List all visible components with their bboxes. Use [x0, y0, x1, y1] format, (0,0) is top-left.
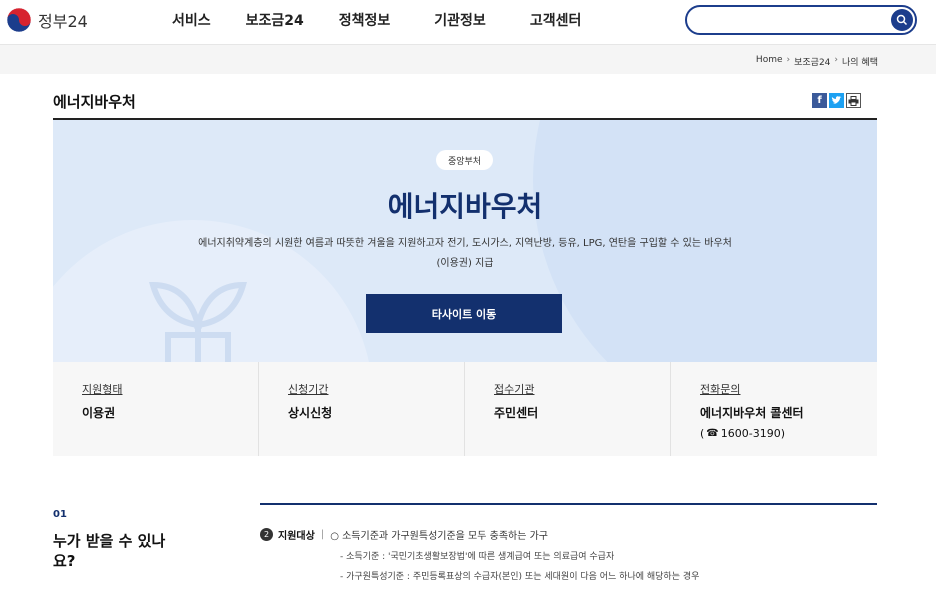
chevron-right-icon: › — [834, 55, 839, 65]
info-application-period: 신청기간 상시신청 — [259, 362, 465, 456]
hero-description-line: (이용권) 지급 — [436, 258, 494, 269]
phone-icon: ☎ — [706, 428, 719, 439]
facebook-share-icon[interactable]: f — [812, 93, 827, 108]
search-button[interactable] — [891, 9, 913, 31]
support-target-label: 지원대상 — [278, 531, 315, 542]
phone-number: (☎ 1600-3190) — [700, 427, 786, 440]
info-receiving-agency: 접수기관 주민센터 — [465, 362, 671, 456]
info-value: 주민센터 — [494, 406, 539, 420]
info-value: 이용권 — [82, 406, 116, 420]
chevron-right-icon: › — [786, 55, 791, 65]
leaf-decoration-icon — [149, 281, 247, 362]
hero-title: 에너지바우처 — [387, 190, 543, 223]
external-site-button[interactable]: 타사이트 이동 — [366, 294, 562, 333]
info-value: 상시신청 — [288, 406, 333, 420]
criteria-line: ○ 소득기준과 가구원특성기준을 모두 충족하는 가구 — [330, 531, 549, 542]
nav-customer-center[interactable]: 고객센터 — [530, 10, 582, 30]
numbered-circle-icon: 2 — [260, 528, 273, 541]
nav-service[interactable]: 서비스 — [172, 10, 211, 30]
info-support-type: 지원형태 이용권 — [53, 362, 259, 456]
logo-text: 정부24 — [38, 12, 88, 31]
breadcrumb: Home › 보조금24 › 나의 혜택 — [756, 55, 878, 68]
share-buttons: f — [812, 93, 863, 108]
search-icon — [896, 14, 908, 26]
info-value: 에너지바우처 콜센터 — [700, 406, 804, 420]
site-logo[interactable]: 정부24 — [6, 5, 88, 35]
nav-policy-info[interactable]: 정책정보 — [339, 10, 391, 30]
criteria-line: - 가구원특성기준 : 주민등록표상의 수급자(본인) 또는 세대원이 다음 어… — [340, 572, 700, 582]
breadcrumb-home[interactable]: Home — [756, 55, 783, 68]
hero-description-line: 에너지취약계층의 시원한 여름과 따뜻한 겨울을 지원하고자 전기, 도시가스,… — [198, 238, 732, 249]
info-label[interactable]: 신청기간 — [288, 381, 328, 397]
separator: | — [320, 529, 325, 540]
nav-subsidy24[interactable]: 보조금24 — [246, 10, 304, 30]
section-number: 01 — [53, 509, 67, 520]
breadcrumb-my-benefits[interactable]: 나의 혜택 — [842, 55, 878, 68]
info-summary: 지원형태 이용권 신청기간 상시신청 접수기관 주민센터 전화문의 에너지바우처… — [53, 362, 877, 456]
print-icon[interactable] — [846, 93, 861, 108]
info-label[interactable]: 접수기관 — [494, 381, 534, 397]
breadcrumb-bar: Home › 보조금24 › 나의 혜택 — [0, 44, 936, 74]
search-box — [685, 5, 917, 35]
phone-number-text: 1600-3190 — [720, 427, 781, 440]
info-label[interactable]: 지원형태 — [82, 381, 122, 397]
hero-description: 에너지취약계층의 시원한 여름과 따뜻한 겨울을 지원하고자 전기, 도시가스,… — [148, 234, 782, 274]
criteria-line: - 소득기준 : '국민기초생활보장법'에 따른 생계급여 또는 의료급여 수급… — [340, 552, 615, 562]
search-input[interactable] — [697, 11, 877, 29]
page-title: 에너지바우처 — [53, 93, 136, 111]
info-phone-inquiry: 전화문의 에너지바우처 콜센터 (☎ 1600-3190) — [671, 362, 877, 456]
taegeuk-logo-icon — [6, 7, 32, 33]
main-nav: 서비스 보조금24 정책정보 기관정보 고객센터 — [172, 10, 581, 30]
info-label[interactable]: 전화문의 — [700, 381, 740, 397]
nav-agency-info[interactable]: 기관정보 — [434, 10, 486, 30]
section-divider — [260, 503, 877, 505]
breadcrumb-subsidy24[interactable]: 보조금24 — [794, 55, 830, 68]
section-title: 누가 받을 수 있나요? — [53, 532, 166, 570]
hero-panel: 중앙부처 에너지바우처 에너지취약계층의 시원한 여름과 따뜻한 겨울을 지원하… — [53, 120, 877, 362]
support-target-heading: 2 지원대상 | ○ 소득기준과 가구원특성기준을 모두 충족하는 가구 — [260, 527, 548, 542]
agency-type-badge: 중앙부처 — [436, 150, 493, 170]
twitter-share-icon[interactable] — [829, 93, 844, 108]
site-header: 정부24 서비스 보조금24 정책정보 기관정보 고객센터 — [0, 0, 936, 44]
